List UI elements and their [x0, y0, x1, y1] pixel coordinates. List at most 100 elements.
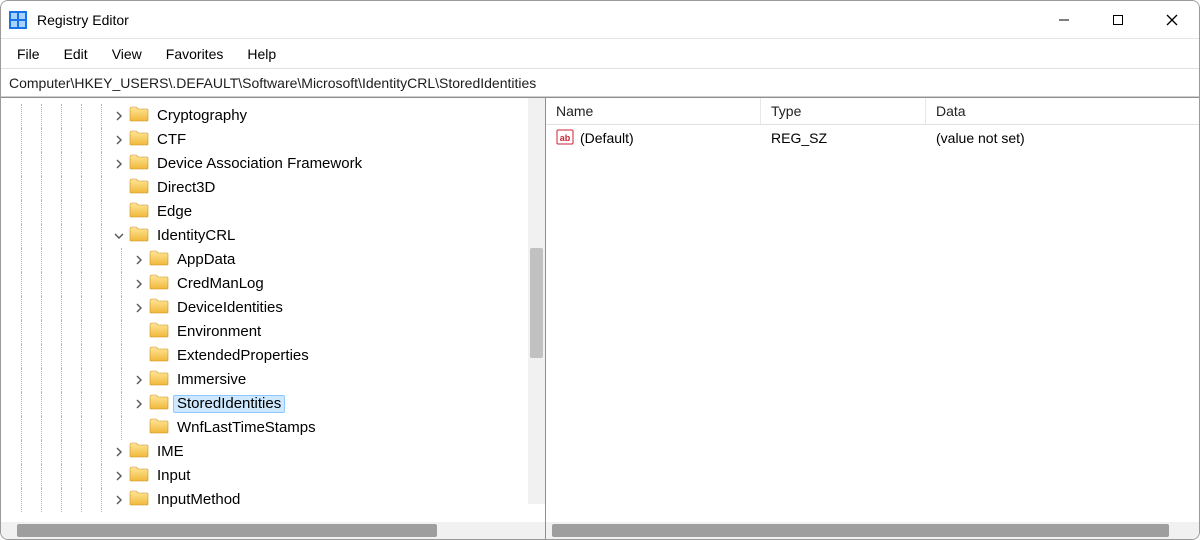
tree-node-label: InputMethod: [153, 491, 244, 510]
svg-text:ab: ab: [560, 133, 571, 143]
tree-node[interactable]: Input: [1, 464, 545, 488]
folder-icon: [127, 226, 153, 247]
tree-node[interactable]: AppData: [1, 248, 545, 272]
values-pane: Name Type Data ab (Default) REG_SZ(value n…: [546, 98, 1199, 539]
value-type: REG_SZ: [761, 130, 926, 146]
tree-node[interactable]: InputMethod: [1, 488, 545, 512]
chevron-right-icon[interactable]: [111, 495, 127, 505]
tree-horizontal-scroll-thumb[interactable]: [17, 524, 437, 537]
chevron-right-icon[interactable]: [111, 447, 127, 457]
folder-icon: [127, 442, 153, 463]
chevron-right-icon[interactable]: [111, 471, 127, 481]
tree-node[interactable]: CTF: [1, 128, 545, 152]
address-text: Computer\HKEY_USERS\.DEFAULT\Software\Mi…: [9, 75, 536, 91]
folder-icon: [147, 298, 173, 319]
close-button[interactable]: [1145, 1, 1199, 39]
tree-node-label: IdentityCRL: [153, 227, 239, 246]
tree-node[interactable]: StoredIdentities: [1, 392, 545, 416]
folder-icon: [147, 418, 173, 439]
tree-horizontal-scrollbar[interactable]: [1, 522, 545, 539]
chevron-right-icon[interactable]: [131, 399, 147, 409]
value-data: (value not set): [926, 130, 1199, 146]
tree-node-label: CTF: [153, 131, 190, 150]
folder-icon: [147, 250, 173, 271]
menu-file[interactable]: File: [5, 42, 52, 66]
tree-node-label: AppData: [173, 251, 239, 270]
tree-node[interactable]: IME: [1, 440, 545, 464]
values-horizontal-scroll-thumb[interactable]: [552, 524, 1169, 537]
tree-node[interactable]: Edge: [1, 200, 545, 224]
tree-node-label: DeviceIdentities: [173, 299, 287, 318]
menubar: File Edit View Favorites Help: [1, 39, 1199, 69]
tree-pane: Cryptography CTF Device Association Framew…: [1, 98, 546, 539]
tree-node[interactable]: CredManLog: [1, 272, 545, 296]
chevron-right-icon[interactable]: [111, 111, 127, 121]
folder-icon: [127, 490, 153, 511]
menu-view[interactable]: View: [100, 42, 154, 66]
tree-node[interactable]: Cryptography: [1, 104, 545, 128]
chevron-right-icon[interactable]: [111, 135, 127, 145]
folder-icon: [147, 274, 173, 295]
tree-node[interactable]: Immersive: [1, 368, 545, 392]
tree-node[interactable]: Direct3D: [1, 176, 545, 200]
values-horizontal-scrollbar[interactable]: [546, 522, 1199, 539]
tree-node-label: Direct3D: [153, 179, 219, 198]
tree-node-label: Environment: [173, 323, 265, 342]
tree-node[interactable]: ExtendedProperties: [1, 344, 545, 368]
tree-node-label: Input: [153, 467, 194, 486]
window-title: Registry Editor: [37, 12, 129, 28]
folder-icon: [127, 466, 153, 487]
tree-node-label: Immersive: [173, 371, 250, 390]
maximize-icon: [1112, 14, 1124, 26]
chevron-right-icon[interactable]: [131, 255, 147, 265]
chevron-right-icon[interactable]: [131, 279, 147, 289]
tree-node[interactable]: WnfLastTimeStamps: [1, 416, 545, 440]
tree-node-label: Device Association Framework: [153, 155, 366, 174]
tree-node-label: WnfLastTimeStamps: [173, 419, 320, 438]
folder-icon: [127, 154, 153, 175]
folder-icon: [127, 178, 153, 199]
tree-node[interactable]: DeviceIdentities: [1, 296, 545, 320]
tree-node-label: ExtendedProperties: [173, 347, 313, 366]
column-header-type[interactable]: Type: [761, 98, 926, 124]
folder-icon: [127, 130, 153, 151]
tree-node-label: Edge: [153, 203, 196, 222]
tree-node[interactable]: Device Association Framework: [1, 152, 545, 176]
tree-node-label: CredManLog: [173, 275, 268, 294]
string-value-icon: ab: [556, 128, 574, 149]
registry-tree[interactable]: Cryptography CTF Device Association Framew…: [1, 98, 545, 522]
folder-icon: [127, 202, 153, 223]
content-area: Cryptography CTF Device Association Framew…: [1, 97, 1199, 539]
menu-help[interactable]: Help: [235, 42, 288, 66]
tree-node-label: Cryptography: [153, 107, 251, 126]
tree-vertical-scroll-thumb[interactable]: [530, 248, 543, 358]
minimize-button[interactable]: [1037, 1, 1091, 39]
tree-node[interactable]: Environment: [1, 320, 545, 344]
tree-node-label: StoredIdentities: [173, 395, 285, 414]
registry-editor-window: Registry Editor File Edit View Favorites…: [0, 0, 1200, 540]
folder-icon: [147, 370, 173, 391]
folder-icon: [147, 346, 173, 367]
column-header-data[interactable]: Data: [926, 98, 1199, 124]
folder-icon: [147, 394, 173, 415]
close-icon: [1166, 14, 1178, 26]
menu-edit[interactable]: Edit: [52, 42, 100, 66]
values-list[interactable]: ab (Default) REG_SZ(value not set): [546, 125, 1199, 522]
tree-node-label: IME: [153, 443, 188, 462]
minimize-icon: [1058, 14, 1070, 26]
chevron-right-icon[interactable]: [131, 375, 147, 385]
chevron-right-icon[interactable]: [131, 303, 147, 313]
folder-icon: [127, 106, 153, 127]
regedit-app-icon: [9, 11, 27, 29]
value-row[interactable]: ab (Default) REG_SZ(value not set): [546, 125, 1199, 151]
chevron-down-icon[interactable]: [111, 231, 127, 241]
tree-vertical-scrollbar[interactable]: [528, 98, 545, 504]
address-bar[interactable]: Computer\HKEY_USERS\.DEFAULT\Software\Mi…: [1, 69, 1199, 97]
column-header-name[interactable]: Name: [546, 98, 761, 124]
maximize-button[interactable]: [1091, 1, 1145, 39]
tree-node[interactable]: IdentityCRL: [1, 224, 545, 248]
chevron-right-icon[interactable]: [111, 159, 127, 169]
value-name: (Default): [580, 130, 634, 146]
titlebar: Registry Editor: [1, 1, 1199, 39]
menu-favorites[interactable]: Favorites: [154, 42, 236, 66]
